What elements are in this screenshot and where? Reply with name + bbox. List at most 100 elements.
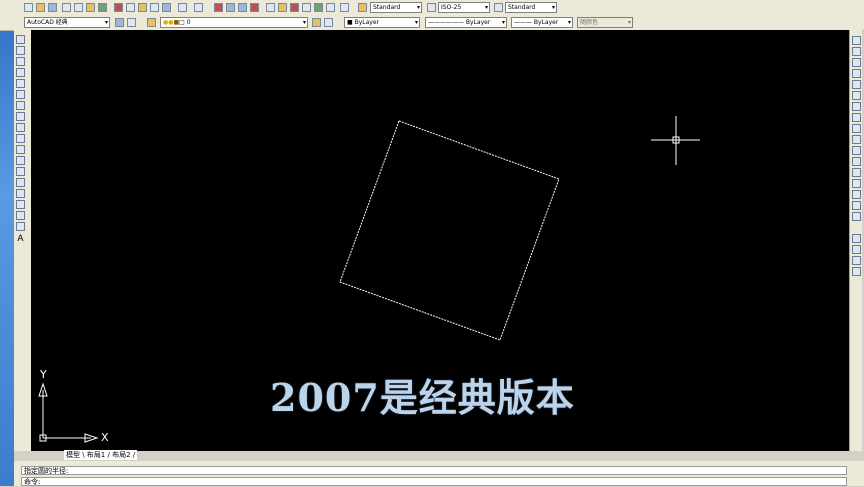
arc-icon[interactable]	[16, 90, 25, 99]
send-to-back-icon[interactable]	[852, 256, 861, 265]
linetype-line-icon: ——————	[428, 19, 464, 26]
construction-line-icon[interactable]	[16, 46, 25, 55]
point-icon[interactable]	[16, 178, 25, 187]
text-style-select[interactable]: Standard ▾	[370, 2, 422, 13]
draw-toolbar: A	[14, 30, 31, 451]
zoom-previous-icon[interactable]	[250, 3, 259, 12]
dim-style-icon[interactable]	[427, 3, 436, 12]
redo-icon[interactable]	[194, 3, 203, 12]
desktop-edge	[0, 0, 14, 486]
block-editor-icon[interactable]	[162, 3, 171, 12]
polyline-icon[interactable]	[16, 57, 25, 66]
rotate-icon[interactable]	[852, 102, 861, 111]
chamfer-icon[interactable]	[852, 190, 861, 199]
paste-icon[interactable]	[138, 3, 147, 12]
sheet-set-icon[interactable]	[302, 3, 311, 12]
workspace-settings-icon[interactable]	[115, 18, 124, 27]
help-icon[interactable]	[340, 3, 349, 12]
command-input[interactable]: 命令:	[21, 477, 847, 486]
publish-icon[interactable]	[86, 3, 95, 12]
video-subtitle: 2007是经典版本	[270, 375, 575, 420]
3d-dwf-icon[interactable]	[98, 3, 107, 12]
circle-icon[interactable]	[16, 101, 25, 110]
undo-icon[interactable]	[178, 3, 187, 12]
design-center-icon[interactable]	[278, 3, 287, 12]
break-icon[interactable]	[852, 168, 861, 177]
markup-icon[interactable]	[314, 3, 323, 12]
copy-icon[interactable]	[126, 3, 135, 12]
draw-order-icon[interactable]	[852, 234, 861, 243]
calculator-icon[interactable]	[326, 3, 335, 12]
spline-icon[interactable]	[16, 123, 25, 132]
dim-style-select[interactable]: ISO-25 ▾	[438, 2, 490, 13]
erase-icon[interactable]	[852, 36, 861, 45]
multiline-text-icon[interactable]: A	[16, 235, 25, 244]
layers-properties-toolbar: AutoCAD 经典 ▾ ●●■□ 0 ▾ ■ ByLayer ▾ —————— By…	[0, 15, 864, 31]
lineweight-line-icon: ———	[514, 19, 532, 26]
break-at-point-icon[interactable]	[852, 157, 861, 166]
color-swatch-icon: ■	[347, 19, 353, 26]
ellipse-arc-icon[interactable]	[16, 145, 25, 154]
offset-icon[interactable]	[852, 69, 861, 78]
move-icon[interactable]	[852, 91, 861, 100]
ucs-x-label: X	[101, 431, 109, 444]
gradient-icon[interactable]	[16, 200, 25, 209]
zoom-window-icon[interactable]	[238, 3, 247, 12]
modify-toolbar	[849, 30, 862, 451]
save-icon[interactable]	[48, 3, 57, 12]
tool-palettes-icon[interactable]	[290, 3, 299, 12]
save-workspace-icon[interactable]	[127, 18, 136, 27]
color-select[interactable]: ■ ByLayer ▾	[344, 17, 420, 28]
revision-cloud-icon[interactable]	[16, 112, 25, 121]
standard-toolbar: Standard ▾ ISO-25 ▾ Standard ▾	[0, 0, 864, 16]
pan-icon[interactable]	[214, 3, 223, 12]
text-style-icon[interactable]	[358, 3, 367, 12]
insert-block-icon[interactable]	[16, 156, 25, 165]
open-file-icon[interactable]	[36, 3, 45, 12]
linetype-select[interactable]: —————— ByLayer ▾	[425, 17, 507, 28]
plotstyle-select[interactable]: 随颜色 ▾	[577, 17, 633, 28]
stretch-icon[interactable]	[852, 124, 861, 133]
join-icon[interactable]	[852, 179, 861, 188]
rectangle-icon[interactable]	[16, 79, 25, 88]
array-icon[interactable]	[852, 80, 861, 89]
plot-preview-icon[interactable]	[74, 3, 83, 12]
polygon-icon[interactable]	[16, 68, 25, 77]
layer-color-icon: □	[179, 19, 185, 26]
fillet-icon[interactable]	[852, 201, 861, 210]
ucs-icon	[38, 382, 99, 443]
copy-object-icon[interactable]	[852, 47, 861, 56]
cut-icon[interactable]	[114, 3, 123, 12]
hatch-icon[interactable]	[16, 189, 25, 198]
rotated-square[interactable]	[339, 120, 560, 341]
layer-manager-icon[interactable]	[147, 18, 156, 27]
new-file-icon[interactable]	[24, 3, 33, 12]
ellipse-icon[interactable]	[16, 134, 25, 143]
zoom-realtime-icon[interactable]	[226, 3, 235, 12]
table-style-icon[interactable]	[494, 3, 503, 12]
scale-icon[interactable]	[852, 113, 861, 122]
make-block-icon[interactable]	[16, 167, 25, 176]
table-style-select[interactable]: Standard ▾	[505, 2, 557, 13]
explode-icon[interactable]	[852, 212, 861, 221]
table-icon[interactable]	[16, 222, 25, 231]
lineweight-select[interactable]: ——— ByLayer ▾	[511, 17, 573, 28]
bring-above-icon[interactable]	[852, 267, 861, 276]
extend-icon[interactable]	[852, 146, 861, 155]
workspace-select[interactable]: AutoCAD 经典 ▾	[24, 17, 110, 28]
trim-icon[interactable]	[852, 135, 861, 144]
layer-previous-icon[interactable]	[324, 18, 333, 27]
make-object-layer-current-icon[interactable]	[312, 18, 321, 27]
ucs-y-label: Y	[40, 368, 47, 381]
match-properties-icon[interactable]	[150, 3, 159, 12]
mirror-icon[interactable]	[852, 58, 861, 67]
layer-select[interactable]: ●●■□ 0 ▾	[160, 17, 308, 28]
crosshair-cursor	[651, 116, 700, 165]
plot-icon[interactable]	[62, 3, 71, 12]
line-icon[interactable]	[16, 35, 25, 44]
command-history: 指定圆的半径:	[21, 466, 847, 475]
layout-tabs[interactable]: 模型 \ 布局1 / 布局2 /	[64, 450, 138, 460]
properties-icon[interactable]	[266, 3, 275, 12]
region-icon[interactable]	[16, 211, 25, 220]
bring-to-front-icon[interactable]	[852, 245, 861, 254]
